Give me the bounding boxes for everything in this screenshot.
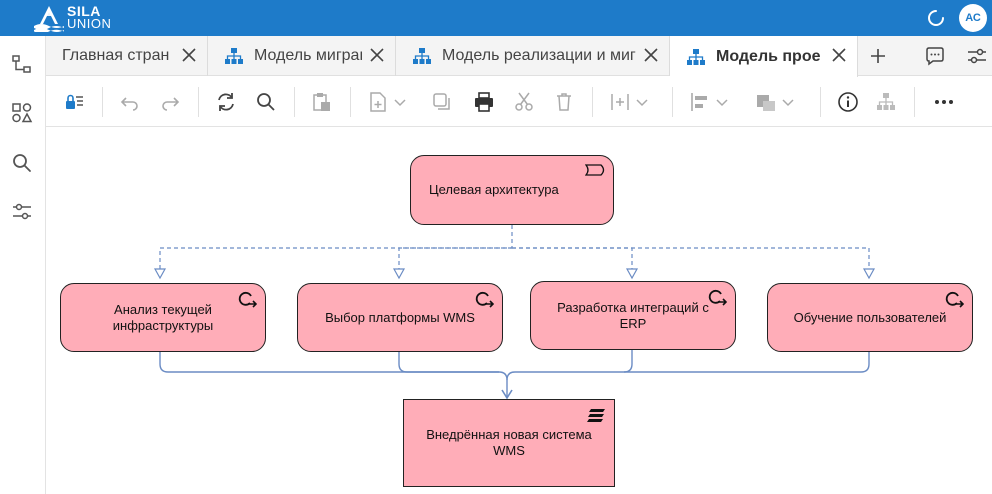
lock-list-icon[interactable] (62, 90, 86, 114)
process-icon (475, 291, 494, 308)
print-icon[interactable] (472, 90, 496, 114)
add-tab-button[interactable] (858, 36, 898, 76)
info-icon[interactable] (836, 90, 860, 114)
close-icon[interactable] (369, 47, 385, 63)
brand-line2: UNION (67, 16, 112, 31)
deliverable-icon (587, 409, 605, 422)
search-icon[interactable] (11, 152, 33, 174)
toolbar-separator (198, 87, 199, 117)
arrowhead (153, 268, 167, 280)
tab-implementation-model[interactable]: Модель реализации и миграции (396, 36, 670, 76)
node-label: Выбор платформы WMS (325, 309, 475, 325)
tab-label: Модель реализации и миграции (442, 47, 636, 64)
hierarchy-icon[interactable] (874, 90, 898, 114)
close-icon[interactable] (181, 47, 197, 63)
node-erp-integration[interactable]: Разработка интеграций с ERP (530, 281, 736, 350)
connector-goal-n1[interactable] (159, 225, 513, 278)
settings-sliders-icon[interactable] (966, 45, 988, 67)
new-element-icon[interactable] (366, 90, 390, 114)
user-avatar[interactable]: АС (959, 4, 987, 32)
toolbar-separator (672, 87, 673, 117)
process-icon (708, 289, 727, 306)
connector-n3-result[interactable] (506, 350, 633, 381)
node-new-wms-system[interactable]: Внедрённая новая система WMS (403, 399, 615, 487)
connector-goal-n2[interactable] (398, 247, 512, 278)
event-icon (585, 164, 605, 176)
close-icon[interactable] (643, 47, 659, 63)
brand-name: SILA UNION (67, 4, 112, 31)
tab-project-model[interactable]: Модель проекта (670, 36, 858, 77)
connector-goal-n3[interactable] (512, 247, 633, 278)
chevron-down-icon[interactable] (714, 90, 730, 114)
style-icon[interactable] (754, 90, 778, 114)
node-wms-platform-choice[interactable]: Выбор платформы WMS (297, 283, 503, 352)
close-icon[interactable] (831, 47, 847, 63)
plus-icon (871, 49, 885, 63)
tab-label: Модель проекта (716, 47, 820, 65)
align-icon[interactable] (688, 90, 712, 114)
sila-logo-icon (34, 6, 64, 32)
toolbar-separator (294, 87, 295, 117)
process-icon (945, 291, 964, 308)
arrowhead (625, 268, 639, 280)
toolbar-separator (102, 87, 103, 117)
paste-icon[interactable] (310, 90, 334, 114)
tab-label: Модель миграции (254, 47, 362, 64)
connector-n4-result[interactable] (624, 352, 870, 373)
tree-structure-icon[interactable] (11, 53, 33, 75)
loading-icon[interactable] (926, 8, 946, 28)
chat-icon[interactable] (924, 45, 946, 67)
process-icon (238, 291, 257, 308)
node-user-training[interactable]: Обучение пользователей (767, 283, 973, 352)
toolbar-separator (592, 87, 593, 117)
node-target-architecture[interactable]: Целевая архитектура (410, 155, 614, 225)
node-label: Обучение пользователей (793, 309, 947, 325)
chevron-down-icon[interactable] (634, 90, 650, 114)
hierarchy-icon (413, 48, 431, 64)
chevron-down-icon[interactable] (392, 90, 408, 114)
chevron-down-icon[interactable] (780, 90, 796, 114)
tab-migration-model[interactable]: Модель миграции (208, 36, 396, 76)
more-icon[interactable] (932, 90, 956, 114)
tab-bar: Главная страница Модель миграции Модель … (46, 36, 992, 77)
tab-home[interactable]: Главная страница (46, 36, 208, 76)
hierarchy-icon (225, 48, 243, 64)
refresh-icon[interactable] (214, 90, 238, 114)
toolbar-separator (350, 87, 351, 117)
top-bar: SILA UNION АС (0, 0, 992, 36)
diagram-toolbar (46, 77, 992, 127)
shapes-icon[interactable] (11, 102, 33, 124)
node-label: Разработка интеграций с ERP (557, 299, 709, 331)
toolbar-separator (820, 87, 821, 117)
undo-icon[interactable] (118, 90, 142, 114)
cut-icon[interactable] (512, 90, 536, 114)
delete-icon[interactable] (552, 90, 576, 114)
connector-n1-result[interactable] (159, 352, 508, 398)
filter-sliders-icon[interactable] (11, 201, 33, 223)
left-sidebar (0, 36, 46, 494)
node-label: Целевая архитектура (429, 182, 559, 197)
toolbar-separator (914, 87, 915, 117)
diagram-canvas[interactable]: Целевая архитектура Анализ текущей инфра… (47, 128, 992, 494)
tab-label: Главная страница (62, 47, 170, 64)
hierarchy-icon (687, 48, 705, 65)
node-label: Внедрённая новая система WMS (426, 427, 592, 458)
connector-n2-result[interactable] (398, 352, 499, 373)
connector-goal-n4[interactable] (512, 247, 870, 278)
redo-icon[interactable] (158, 90, 182, 114)
arrowhead (392, 268, 406, 280)
copy-icon[interactable] (430, 90, 454, 114)
brand-logo[interactable]: SILA UNION (30, 3, 120, 33)
node-infrastructure-analysis[interactable]: Анализ текущей инфраструктуры (60, 283, 266, 352)
arrowhead (862, 268, 876, 280)
node-label: Анализ текущей инфраструктуры (112, 301, 214, 333)
insert-column-icon[interactable] (608, 90, 632, 114)
search-icon[interactable] (254, 90, 278, 114)
